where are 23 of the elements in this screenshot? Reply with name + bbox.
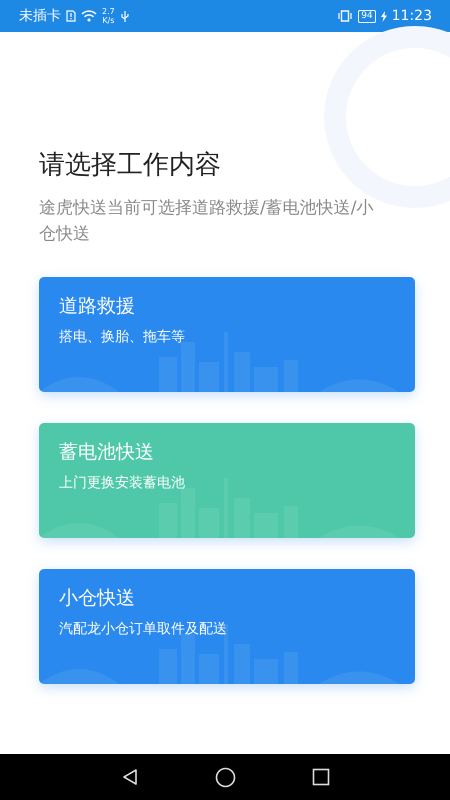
recent-apps-icon[interactable] — [312, 768, 330, 786]
card-description: 搭电、换胎、拖车等 — [59, 328, 186, 347]
back-icon[interactable] — [120, 768, 138, 786]
page-title: 请选择工作内容 — [39, 149, 222, 182]
battery-icon: 94 — [358, 10, 376, 22]
card-description: 汽配龙小仓订单取件及配送 — [59, 620, 228, 639]
card-description: 上门更换安装蓄电池 — [59, 474, 186, 493]
card-title: 道路救援 — [59, 294, 136, 319]
option-card[interactable]: 蓄电池快送 上门更换安装蓄电池 — [39, 423, 415, 538]
page-subtitle: 途虎快送当前可选择道路救援/蓄电池快送/小仓快送 — [39, 197, 374, 246]
carrier-text: 未插卡 — [19, 7, 61, 25]
wifi-icon — [81, 10, 97, 22]
charging-icon — [380, 10, 387, 22]
card-title: 蓄电池快送 — [59, 440, 155, 465]
option-card[interactable]: 小仓快送 汽配龙小仓订单取件及配送 — [39, 569, 415, 684]
option-card[interactable]: 道路救援 搭电、换胎、拖车等 — [39, 277, 415, 392]
sim-icon — [66, 10, 76, 22]
vibrate-icon — [337, 10, 354, 22]
clock-time: 11:23 — [392, 8, 432, 24]
card-title: 小仓快送 — [59, 586, 136, 611]
usb-icon — [120, 10, 130, 22]
home-icon[interactable] — [214, 766, 236, 788]
network-speed: 2.7 K/s — [102, 7, 115, 25]
